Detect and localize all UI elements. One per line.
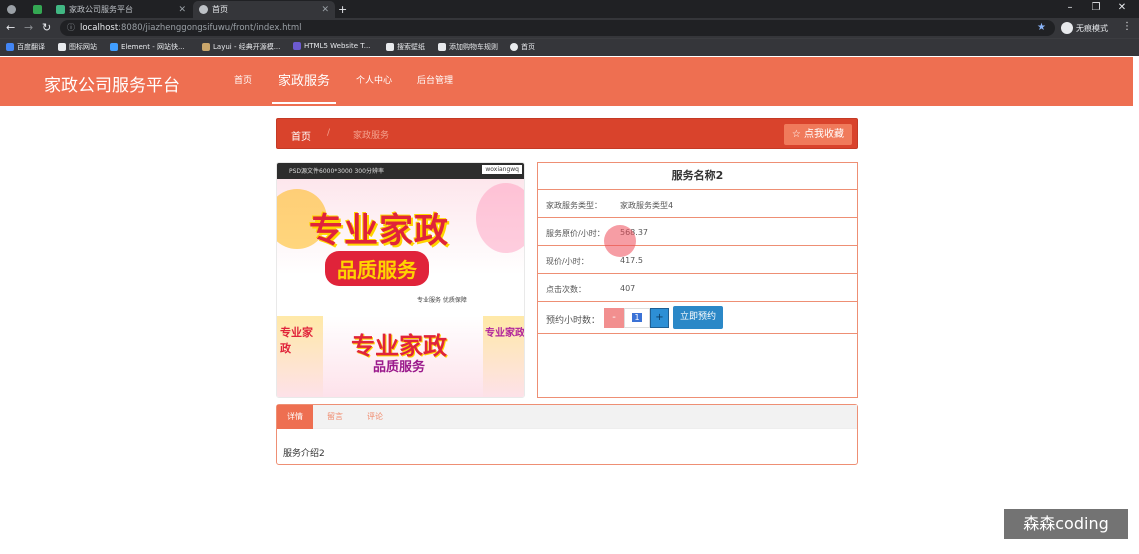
bookmark-item[interactable]: 添加购物车规则 xyxy=(438,42,498,52)
bookmark-item[interactable]: 图标网站 xyxy=(58,42,97,52)
breadcrumb-separator: / xyxy=(327,128,331,138)
service-description: 服务介绍2 xyxy=(283,449,325,459)
menu-icon[interactable]: ⋮ xyxy=(1122,21,1132,32)
book-now-button[interactable]: 立即预约 xyxy=(673,306,723,329)
decrease-hours-button[interactable]: - xyxy=(604,308,624,328)
bookmark-item[interactable]: 搜索壁纸 xyxy=(386,42,425,52)
info-row-clicks: 点击次数： 407 xyxy=(538,274,857,302)
bookmark-icon xyxy=(6,43,14,51)
breadcrumb: 首页 / 家政服务 ☆ 点我收藏 xyxy=(276,118,858,149)
back-icon[interactable]: ← xyxy=(6,21,15,34)
bookmark-item[interactable]: 百度翻译 xyxy=(6,42,45,52)
reload-icon[interactable]: ↻ xyxy=(42,21,51,34)
browser-tab-1[interactable]: 家政公司服务平台 ✕ xyxy=(50,1,192,18)
vue-icon xyxy=(56,5,65,14)
decor-shape xyxy=(476,183,524,253)
bookmark-icon xyxy=(58,43,66,51)
browser-tab-bar: 家政公司服务平台 ✕ 首页 ✕ + – ❐ ✕ xyxy=(0,0,1139,18)
globe-icon xyxy=(510,43,518,51)
tab-messages[interactable]: 留言 xyxy=(317,405,353,429)
close-window-button[interactable]: ✕ xyxy=(1108,0,1136,18)
browser-tab-2[interactable]: 首页 ✕ xyxy=(193,1,335,18)
bookmark-item[interactable]: Element - 网站快... xyxy=(110,42,185,52)
bookmark-icon xyxy=(386,43,394,51)
bookmark-item[interactable]: HTML5 Website T... xyxy=(293,42,370,50)
restore-button[interactable]: ❐ xyxy=(1082,0,1110,18)
hours-input[interactable]: 1 xyxy=(624,308,650,328)
close-tab-icon[interactable]: ✕ xyxy=(178,5,186,15)
bookmarks-bar: 百度翻译 图标网站 Element - 网站快... Layui - 经典开源模… xyxy=(0,38,1139,56)
banner-footer: 专业服务 优质保障 xyxy=(417,297,467,304)
profile-label[interactable]: 无痕模式 xyxy=(1076,23,1108,34)
close-tab-icon[interactable]: ✕ xyxy=(321,5,329,15)
bookmark-item[interactable]: 首页 xyxy=(510,42,535,52)
nav-home[interactable]: 首页 xyxy=(234,57,252,106)
increase-hours-button[interactable]: + xyxy=(650,308,669,328)
incognito-icon[interactable] xyxy=(1061,22,1073,34)
minimize-button[interactable]: – xyxy=(1056,0,1084,18)
info-row-type: 家政服务类型： 家政服务类型4 xyxy=(538,190,857,218)
banner-title-2: 品质服务 xyxy=(325,251,429,286)
forward-icon[interactable]: → xyxy=(24,21,33,34)
tab-details[interactable]: 详情 xyxy=(277,405,313,429)
tab-search-icon[interactable] xyxy=(4,1,20,18)
tab-pinned-icon[interactable] xyxy=(30,1,46,18)
thumbnail[interactable]: 专业家政 xyxy=(277,316,323,397)
globe-icon xyxy=(199,5,208,14)
nav-profile[interactable]: 个人中心 xyxy=(356,57,392,106)
favorite-button[interactable]: ☆ 点我收藏 xyxy=(783,124,852,145)
info-row-original-price: 服务原价/小时： 568.37 xyxy=(538,218,857,246)
new-tab-button[interactable]: + xyxy=(338,1,352,18)
banner-title-1: 专业家政 xyxy=(309,211,449,251)
main-service-image[interactable]: 专业家政 品质服务 专业服务 优质保障 xyxy=(277,179,524,316)
service-info-panel: 服务名称2 家政服务类型： 家政服务类型4 服务原价/小时： 568.37 现价… xyxy=(537,162,858,398)
bookmark-icon xyxy=(110,43,118,51)
image-caption-bar: PSD源文件6000*3000 300分辨率 woxiangwq xyxy=(277,163,524,179)
nav-services[interactable]: 家政服务 xyxy=(272,57,337,104)
site-brand[interactable]: 家政公司服务平台 xyxy=(44,71,180,96)
service-title: 服务名称2 xyxy=(538,163,857,190)
info-icon: ⓘ xyxy=(67,23,75,32)
booking-row: 预约小时数： - 1 + 立即预约 xyxy=(538,302,857,334)
breadcrumb-current: 家政服务 xyxy=(353,131,390,141)
address-bar-row: ← → ↻ ⓘ localhost:8080/jiazhenggongsifuw… xyxy=(0,18,1139,38)
url-field[interactable]: ⓘ localhost:8080/jiazhenggongsifuwu/fron… xyxy=(60,20,1055,36)
bookmark-item[interactable]: Layui - 经典开源模... xyxy=(202,42,280,52)
mouse-cursor-highlight xyxy=(604,225,636,257)
breadcrumb-home[interactable]: 首页 xyxy=(291,128,311,143)
nav-admin[interactable]: 后台管理 xyxy=(417,57,453,106)
tab-comments[interactable]: 评论 xyxy=(357,405,393,429)
bookmark-icon xyxy=(202,43,210,51)
thumbnail-strip: 专业家政 专业家政 品质服务 专业家政 xyxy=(277,316,524,397)
service-image-gallery[interactable]: PSD源文件6000*3000 300分辨率 woxiangwq 专业家政 品质… xyxy=(276,162,525,398)
hours-label: 预约小时数： xyxy=(546,316,601,326)
thumbnail[interactable]: 专业家政 xyxy=(483,316,524,397)
bookmark-icon xyxy=(293,42,301,50)
bookmark-icon xyxy=(438,43,446,51)
info-row-current-price: 现价/小时： 417.5 xyxy=(538,246,857,274)
tabs-header: 详情 留言 评论 xyxy=(277,405,857,429)
video-watermark: 森森coding xyxy=(1004,509,1128,539)
thumbnail[interactable]: 专业家政 品质服务 xyxy=(323,316,483,397)
site-header: 家政公司服务平台 首页 家政服务 个人中心 后台管理 xyxy=(0,57,1133,106)
detail-tabs: 详情 留言 评论 服务介绍2 xyxy=(276,404,858,465)
star-icon[interactable]: ★ xyxy=(1037,20,1046,36)
